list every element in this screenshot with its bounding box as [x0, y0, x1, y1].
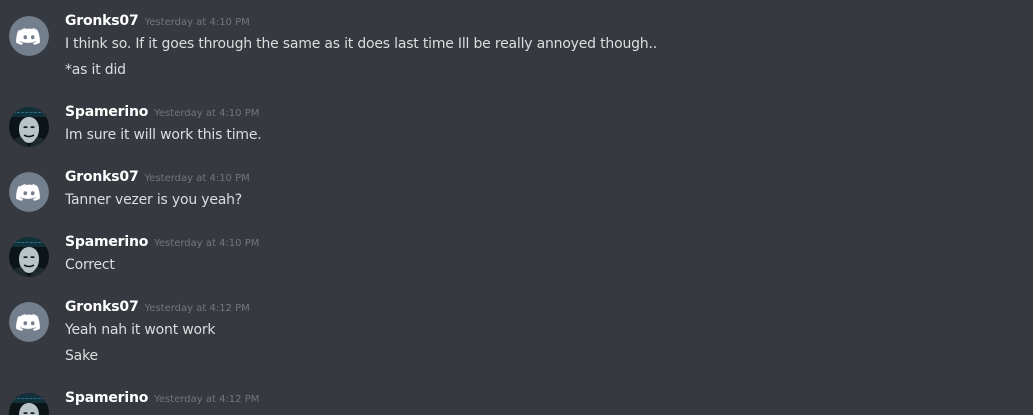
message-text: Yeah nah it wont work — [65, 322, 216, 338]
avatar[interactable] — [9, 172, 49, 212]
message-header: Gronks07 Yesterday at 4:10 PM — [65, 11, 250, 32]
avatar[interactable]: ~~~~~~~~ — [9, 107, 49, 147]
svg-text:~~~~~~~~: ~~~~~~~~ — [12, 397, 46, 403]
masked-face-icon: ~~~~~~~~ — [9, 237, 49, 277]
avatar[interactable]: ~~~~~~~~ — [9, 393, 49, 415]
masked-face-icon: ~~~~~~~~ — [9, 107, 49, 147]
username[interactable]: Gronks07 — [65, 299, 139, 315]
username[interactable]: Spamerino — [65, 234, 148, 250]
message-text: Tanner vezer is you yeah? — [65, 192, 243, 208]
message-header: Spamerino Yesterday at 4:12 PM — [65, 388, 259, 409]
discord-logo-icon — [9, 302, 49, 342]
timestamp: Yesterday at 4:10 PM — [154, 238, 260, 249]
username[interactable]: Gronks07 — [65, 169, 139, 185]
timestamp: Yesterday at 4:12 PM — [144, 303, 250, 314]
avatar[interactable] — [9, 16, 49, 56]
message-header: Gronks07 Yesterday at 4:12 PM — [65, 297, 250, 318]
discord-logo-icon — [9, 16, 49, 56]
message-header: Spamerino Yesterday at 4:10 PM — [65, 232, 259, 253]
message-header: Gronks07 Yesterday at 4:10 PM — [65, 167, 250, 188]
message-text: *as it did — [65, 62, 126, 78]
username[interactable]: Spamerino — [65, 390, 148, 406]
message-list: Gronks07 Yesterday at 4:10 PM I think so.… — [0, 0, 1033, 415]
svg-text:~~~~~~~~: ~~~~~~~~ — [12, 241, 46, 247]
avatar[interactable]: ~~~~~~~~ — [9, 237, 49, 277]
message-text: I think so. If it goes through the same … — [65, 36, 657, 52]
svg-text:~~~~~~~~: ~~~~~~~~ — [12, 111, 46, 117]
message-text: Im sure it will work this time. — [65, 127, 262, 143]
masked-face-icon: ~~~~~~~~ — [9, 393, 49, 415]
message-header: Spamerino Yesterday at 4:10 PM — [65, 102, 259, 123]
username[interactable]: Gronks07 — [65, 13, 139, 29]
timestamp: Yesterday at 4:10 PM — [154, 108, 260, 119]
avatar[interactable] — [9, 302, 49, 342]
message-text: Correct — [65, 257, 115, 273]
timestamp: Yesterday at 4:12 PM — [154, 394, 260, 405]
timestamp: Yesterday at 4:10 PM — [144, 17, 250, 28]
message-text: Sake — [65, 348, 98, 364]
username[interactable]: Spamerino — [65, 104, 148, 120]
discord-logo-icon — [9, 172, 49, 212]
timestamp: Yesterday at 4:10 PM — [144, 173, 250, 184]
